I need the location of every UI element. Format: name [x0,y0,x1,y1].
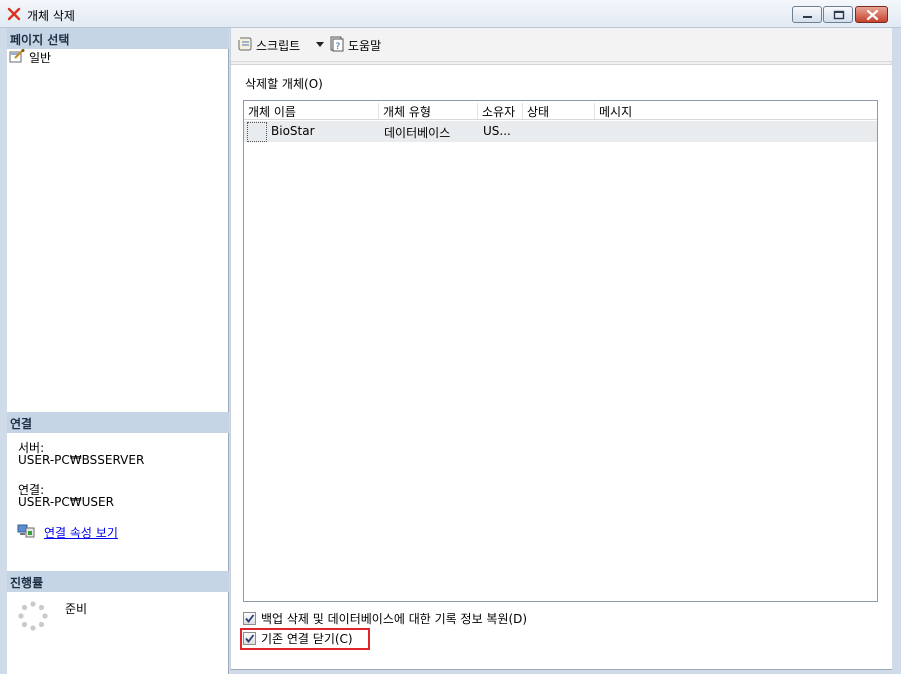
grid-header: 개체 이름 개체 유형 소유자 상태 메시지 [244,101,877,120]
close-icon [866,9,879,21]
minimize-button[interactable] [792,6,822,23]
connection-value: USER-PC₩USER [18,495,114,509]
minimize-icon [803,16,812,18]
connection-properties-icon [17,524,35,541]
delete-x-icon [7,7,21,21]
column-header-status[interactable]: 상태 [523,103,595,119]
progress-spinner-icon [17,600,49,632]
content-area: 삭제할 개체(O) 개체 이름 개체 유형 소유자 상태 메시지 BioStar… [231,64,892,670]
script-label: 스크립트 [256,38,301,53]
connection-header: 연결 [7,412,229,433]
left-panel: 페이지 선택 일반 연결 서버: USER-PC₩BSSERVER 연결: US… [7,28,229,674]
checkmark-icon [245,614,255,623]
objects-grid[interactable]: 개체 이름 개체 유형 소유자 상태 메시지 BioStar 데이터베이스 US… [243,100,878,602]
nav-item-general[interactable]: 일반 [9,48,51,66]
server-value: USER-PC₩BSSERVER [18,453,145,467]
backup-history-checkbox[interactable] [243,612,256,625]
cell-owner: US... [483,124,511,138]
highlight-box [240,628,370,650]
close-button[interactable] [855,6,888,23]
column-header-message[interactable]: 메시지 [595,103,877,119]
nav-item-label: 일반 [29,50,52,65]
column-header-name[interactable]: 개체 이름 [244,103,379,119]
view-connection-properties[interactable]: 연결 속성 보기 [17,524,118,541]
column-header-type[interactable]: 개체 유형 [379,103,478,119]
view-connection-properties-link[interactable]: 연결 속성 보기 [44,524,118,541]
script-button[interactable]: 스크립트 [237,35,300,55]
option-delete-backup-history[interactable]: 백업 삭제 및 데이터베이스에 대한 기록 정보 복원(D) [243,610,527,627]
script-dropdown-arrow[interactable] [316,42,324,47]
objects-to-delete-label: 삭제할 개체(O) [245,77,323,91]
cell-type: 데이터베이스 [384,126,451,140]
title-bar: 개체 삭제 [0,0,901,28]
svg-text:?: ? [336,42,341,52]
script-scroll-icon [237,36,253,55]
right-panel: 스크립트 ? 도움말 삭제할 개체(O) 개체 이름 개체 유형 소유자 상태 … [230,28,892,670]
table-row[interactable]: BioStar 데이터베이스 US... [244,121,877,142]
maximize-button[interactable] [823,6,853,23]
backup-history-label: 백업 삭제 및 데이터베이스에 대한 기록 정보 복원(D) [261,612,528,626]
column-header-owner[interactable]: 소유자 [478,103,523,119]
help-book-icon: ? [329,36,345,55]
toolbar: 스크립트 ? 도움말 [231,28,892,62]
page-wrench-icon [9,48,25,66]
row-selector[interactable] [247,122,267,142]
select-page-header: 페이지 선택 [7,28,229,49]
bottom-divider [231,669,892,670]
maximize-icon [833,10,845,20]
help-label: 도움말 [348,38,382,53]
progress-status: 준비 [65,602,88,616]
help-button[interactable]: ? 도움말 [329,35,381,55]
window-title: 개체 삭제 [27,9,75,23]
cell-name: BioStar [271,124,315,138]
progress-header: 진행률 [7,571,229,592]
